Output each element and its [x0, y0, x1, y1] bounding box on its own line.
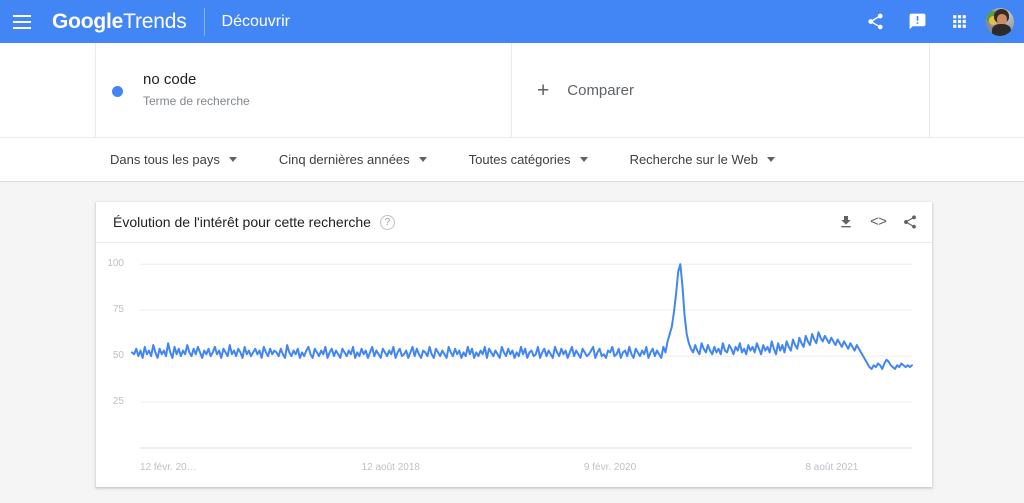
header-divider — [203, 7, 205, 36]
plus-icon: + — [537, 78, 550, 102]
apps-grid-icon[interactable] — [938, 1, 980, 43]
google-trends-logo[interactable]: GoogleTrends — [52, 10, 187, 34]
search-term-title: no code — [143, 71, 197, 88]
chart-plot-area[interactable]: 100 75 50 25 12 févr. 20… 12 août 2018 9 févr… — [96, 243, 932, 486]
series-color-dot — [112, 85, 123, 97]
y-axis-tick-label: 25 — [112, 396, 124, 408]
search-term-row: no code Terme de recherche + Comparer — [0, 43, 1024, 138]
download-icon[interactable] — [838, 214, 854, 230]
hamburger-menu-icon[interactable] — [10, 10, 34, 34]
chart-title: Évolution de l'intérêt pour cette recher… — [113, 214, 371, 230]
trends-line-chart — [131, 263, 913, 449]
chevron-down-icon — [418, 157, 427, 162]
chart-card-header: Évolution de l'intérêt pour cette recher… — [96, 202, 932, 243]
nav-discover[interactable]: Découvrir — [222, 13, 290, 31]
x-axis-tick-label: 9 févr. 2020 — [583, 462, 637, 473]
filter-country[interactable]: Dans tous les pays — [110, 152, 237, 167]
filter-bar: Dans tous les pays Cinq dernières années… — [0, 138, 1024, 182]
x-axis-tick-label: 8 août 2021 — [805, 462, 859, 473]
search-term-subtitle: Terme de recherche — [143, 94, 250, 108]
user-avatar[interactable] — [986, 7, 1014, 36]
filter-search-type-label: Recherche sur le Web — [629, 152, 758, 167]
share-icon[interactable] — [854, 1, 896, 43]
left-spacer — [0, 43, 96, 137]
y-axis-tick-label: 50 — [112, 350, 124, 362]
search-term-card[interactable]: no code Terme de recherche — [96, 43, 512, 137]
x-axis-tick-label: 12 févr. 20… — [140, 462, 197, 473]
embed-code-glyph: <> — [869, 213, 887, 231]
chevron-down-icon — [228, 157, 237, 162]
filter-country-label: Dans tous les pays — [110, 152, 220, 167]
compare-label: Comparer — [567, 81, 634, 99]
filter-time-range-label: Cinq dernières années — [278, 152, 410, 167]
filter-category-label: Toutes catégories — [468, 152, 571, 167]
y-axis-tick-label: 75 — [112, 304, 124, 316]
interest-over-time-card: Évolution de l'intérêt pour cette recher… — [96, 202, 932, 487]
add-comparison-button[interactable]: + Comparer — [512, 43, 930, 137]
app-header: GoogleTrends Découvrir — [0, 0, 1024, 43]
right-spacer — [930, 43, 1024, 137]
feedback-icon[interactable] — [896, 1, 938, 43]
share-icon[interactable] — [902, 214, 918, 230]
embed-code-icon[interactable]: <> — [869, 213, 887, 231]
filter-search-type[interactable]: Recherche sur le Web — [630, 152, 775, 167]
header-actions — [854, 1, 1024, 43]
chevron-down-icon — [766, 157, 775, 162]
y-axis-tick-label: 100 — [107, 258, 124, 270]
filter-category[interactable]: Toutes catégories — [469, 152, 588, 167]
filter-time-range[interactable]: Cinq dernières années — [279, 152, 427, 167]
brand-trends: Trends — [123, 9, 187, 33]
help-question-icon[interactable]: ? — [379, 214, 395, 230]
brand-google: Google — [52, 9, 124, 33]
chevron-down-icon — [579, 157, 588, 162]
search-term-text: no code Terme de recherche — [143, 70, 250, 110]
chart-card-actions: <> — [838, 214, 918, 231]
x-axis-tick-label: 12 août 2018 — [361, 462, 420, 473]
